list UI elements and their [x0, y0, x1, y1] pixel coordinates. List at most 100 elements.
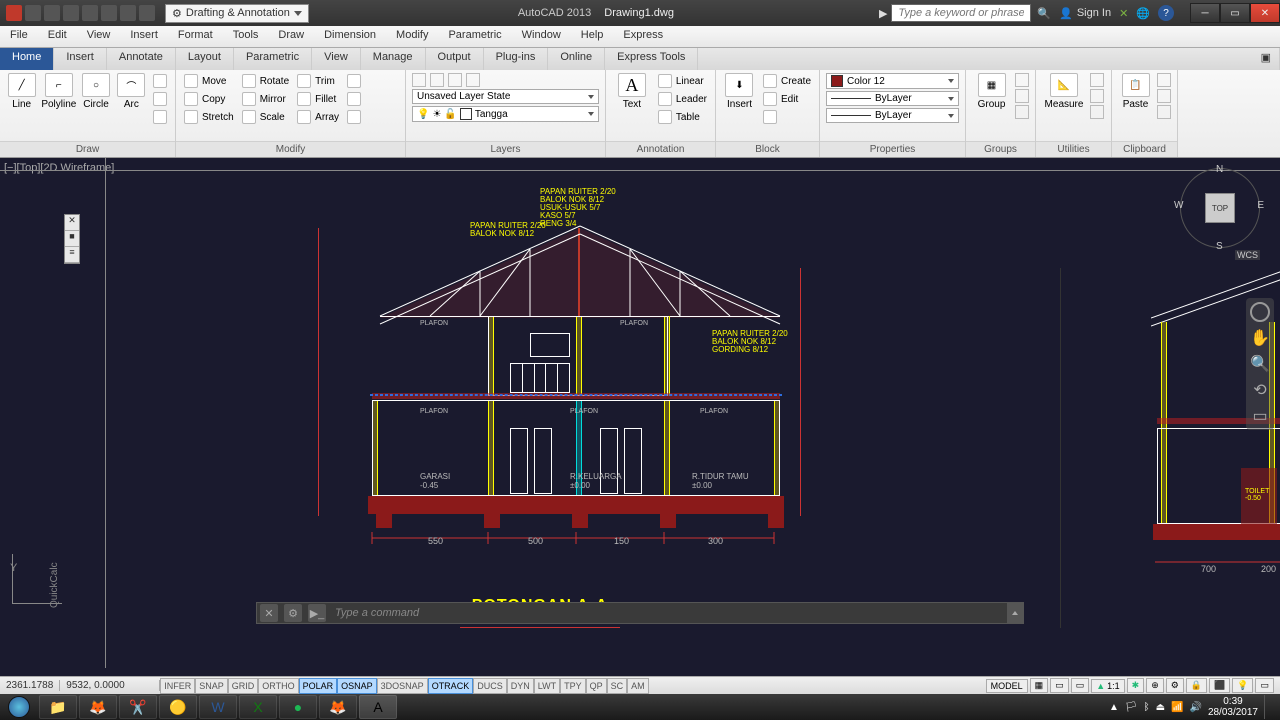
paste-button[interactable]: 📋Paste	[1118, 73, 1153, 110]
chrome-taskbar-icon[interactable]: 🟡	[159, 695, 197, 719]
word-taskbar-icon[interactable]: W	[199, 695, 237, 719]
minimize-button[interactable]: ─	[1190, 3, 1220, 23]
drawing-canvas[interactable]: [−][Top][2D Wireframe] ✕ ■ ≡	[0, 158, 1280, 668]
anno-scale-button[interactable]: ▲1:1	[1091, 679, 1124, 693]
toggle-am[interactable]: AM	[627, 678, 649, 694]
arc-button[interactable]: ⌒Arc	[116, 73, 147, 110]
menu-file[interactable]: File	[0, 26, 38, 47]
linetype-dropdown[interactable]: ByLayer	[826, 91, 959, 106]
excel-taskbar-icon[interactable]: X	[239, 695, 277, 719]
create-block-button[interactable]: Create	[761, 73, 813, 89]
toggle-lwt[interactable]: LWT	[534, 678, 560, 694]
layer-prop-icon[interactable]	[412, 73, 426, 87]
toggle-3dosnap[interactable]: 3DOSNAP	[377, 678, 428, 694]
toggle-snap[interactable]: SNAP	[195, 678, 228, 694]
new-icon[interactable]	[25, 5, 41, 21]
viewcube-face[interactable]: TOP	[1205, 193, 1235, 223]
rotate-button[interactable]: Rotate	[240, 73, 291, 89]
zoom-icon[interactable]: 🔍	[1250, 354, 1270, 374]
hatch-button[interactable]	[151, 109, 169, 125]
edit-block-button[interactable]: Edit	[761, 91, 813, 107]
panel-clipboard-title[interactable]: Clipboard	[1112, 141, 1177, 157]
table-button[interactable]: Table	[656, 109, 709, 125]
show-desktop-button[interactable]	[1264, 695, 1272, 719]
orbit-icon[interactable]: ⟲	[1253, 380, 1266, 400]
toolbar-lock-icon[interactable]: 🔒	[1186, 678, 1207, 693]
menu-tools[interactable]: Tools	[223, 26, 269, 47]
save-icon[interactable]	[63, 5, 79, 21]
trim-button[interactable]: Trim	[295, 73, 341, 89]
layer-freeze-icon[interactable]	[448, 73, 462, 87]
menu-window[interactable]: Window	[512, 26, 571, 47]
workspace-switcher[interactable]: ⚙ Drafting & Annotation	[165, 4, 309, 23]
pan-icon[interactable]: ✋	[1250, 328, 1270, 348]
layer-dropdown[interactable]: 💡☀🔓Tangga	[412, 106, 599, 122]
menu-modify[interactable]: Modify	[386, 26, 438, 47]
tab-plugins[interactable]: Plug-ins	[484, 48, 549, 70]
menu-express[interactable]: Express	[613, 26, 673, 47]
help-search-input[interactable]	[891, 4, 1031, 22]
mirror-button[interactable]: Mirror	[240, 91, 291, 107]
menu-format[interactable]: Format	[168, 26, 223, 47]
stay-connected-icon[interactable]: 🌐	[1136, 7, 1150, 20]
quickcalc-label[interactable]: QuickCalc	[49, 562, 60, 608]
quick-select-icon[interactable]	[1090, 89, 1104, 103]
tab-parametric[interactable]: Parametric	[234, 48, 312, 70]
explorer-taskbar-icon[interactable]: 📁	[39, 695, 77, 719]
copy-clip-icon[interactable]	[1157, 89, 1171, 103]
search-dropdown-icon[interactable]: ▶	[879, 7, 887, 20]
tab-output[interactable]: Output	[426, 48, 484, 70]
ribbon-collapse-icon[interactable]: ▣	[1253, 48, 1280, 70]
rectangle-button[interactable]	[151, 73, 169, 89]
undo-icon[interactable]	[120, 5, 136, 21]
linear-dim-button[interactable]: Linear	[656, 73, 709, 89]
leader-button[interactable]: Leader	[656, 91, 709, 107]
toggle-ducs[interactable]: DUCS	[473, 678, 507, 694]
panel-properties-title[interactable]: Properties	[820, 141, 965, 157]
palette-pin-icon[interactable]: ■	[65, 231, 79, 247]
measure-button[interactable]: 📐Measure	[1042, 73, 1086, 110]
isolate-objects-icon[interactable]: 💡	[1232, 678, 1253, 693]
close-button[interactable]: ✕	[1250, 3, 1280, 23]
layer-iso-icon[interactable]	[430, 73, 444, 87]
tool-palette[interactable]: ✕ ■ ≡	[64, 214, 80, 264]
quickview-drawings-icon[interactable]: ▭	[1071, 678, 1090, 693]
panel-utilities-title[interactable]: Utilities	[1036, 141, 1111, 157]
cut-icon[interactable]	[1157, 73, 1171, 87]
plot-icon[interactable]	[101, 5, 117, 21]
cmd-close-icon[interactable]: ✕	[260, 604, 278, 622]
action-center-icon[interactable]: 🏳	[1125, 702, 1138, 713]
stretch-button[interactable]: Stretch	[182, 109, 236, 125]
toggle-tpy[interactable]: TPY	[560, 678, 586, 694]
bluetooth-icon[interactable]: ᛒ	[1144, 702, 1150, 713]
group-select-icon[interactable]	[1015, 105, 1029, 119]
app-taskbar-icon[interactable]: 🦊	[79, 695, 117, 719]
scale-button[interactable]: Scale	[240, 109, 291, 125]
eject-icon[interactable]: ⏏	[1156, 702, 1165, 713]
panel-draw-title[interactable]: Draw	[0, 141, 175, 157]
menu-insert[interactable]: Insert	[120, 26, 168, 47]
anno-visibility-icon[interactable]: ✱	[1127, 678, 1145, 693]
move-button[interactable]: Move	[182, 73, 236, 89]
ellipse-button[interactable]	[151, 91, 169, 107]
toggle-polar[interactable]: POLAR	[299, 678, 338, 694]
tab-layout[interactable]: Layout	[176, 48, 234, 70]
autocad-taskbar-icon[interactable]: A	[359, 695, 397, 719]
panel-block-title[interactable]: Block	[716, 141, 819, 157]
fillet-button[interactable]: Fillet	[295, 91, 341, 107]
menu-view[interactable]: View	[77, 26, 121, 47]
toggle-sc[interactable]: SC	[607, 678, 628, 694]
toggle-infer[interactable]: INFER	[160, 678, 195, 694]
help-icon[interactable]: ?	[1158, 5, 1174, 21]
menu-draw[interactable]: Draw	[268, 26, 314, 47]
tab-online[interactable]: Online	[548, 48, 605, 70]
menu-dimension[interactable]: Dimension	[314, 26, 386, 47]
clean-screen-icon[interactable]: ▭	[1255, 678, 1274, 693]
anno-autoscale-icon[interactable]: ⊕	[1146, 678, 1164, 693]
copy-button[interactable]: Copy	[182, 91, 236, 107]
panel-annotation-title[interactable]: Annotation	[606, 141, 715, 157]
snipping-taskbar-icon[interactable]: ✂️	[119, 695, 157, 719]
erase-button[interactable]	[345, 73, 363, 89]
wcs-label[interactable]: WCS	[1235, 250, 1260, 260]
array-button[interactable]: Array	[295, 109, 341, 125]
